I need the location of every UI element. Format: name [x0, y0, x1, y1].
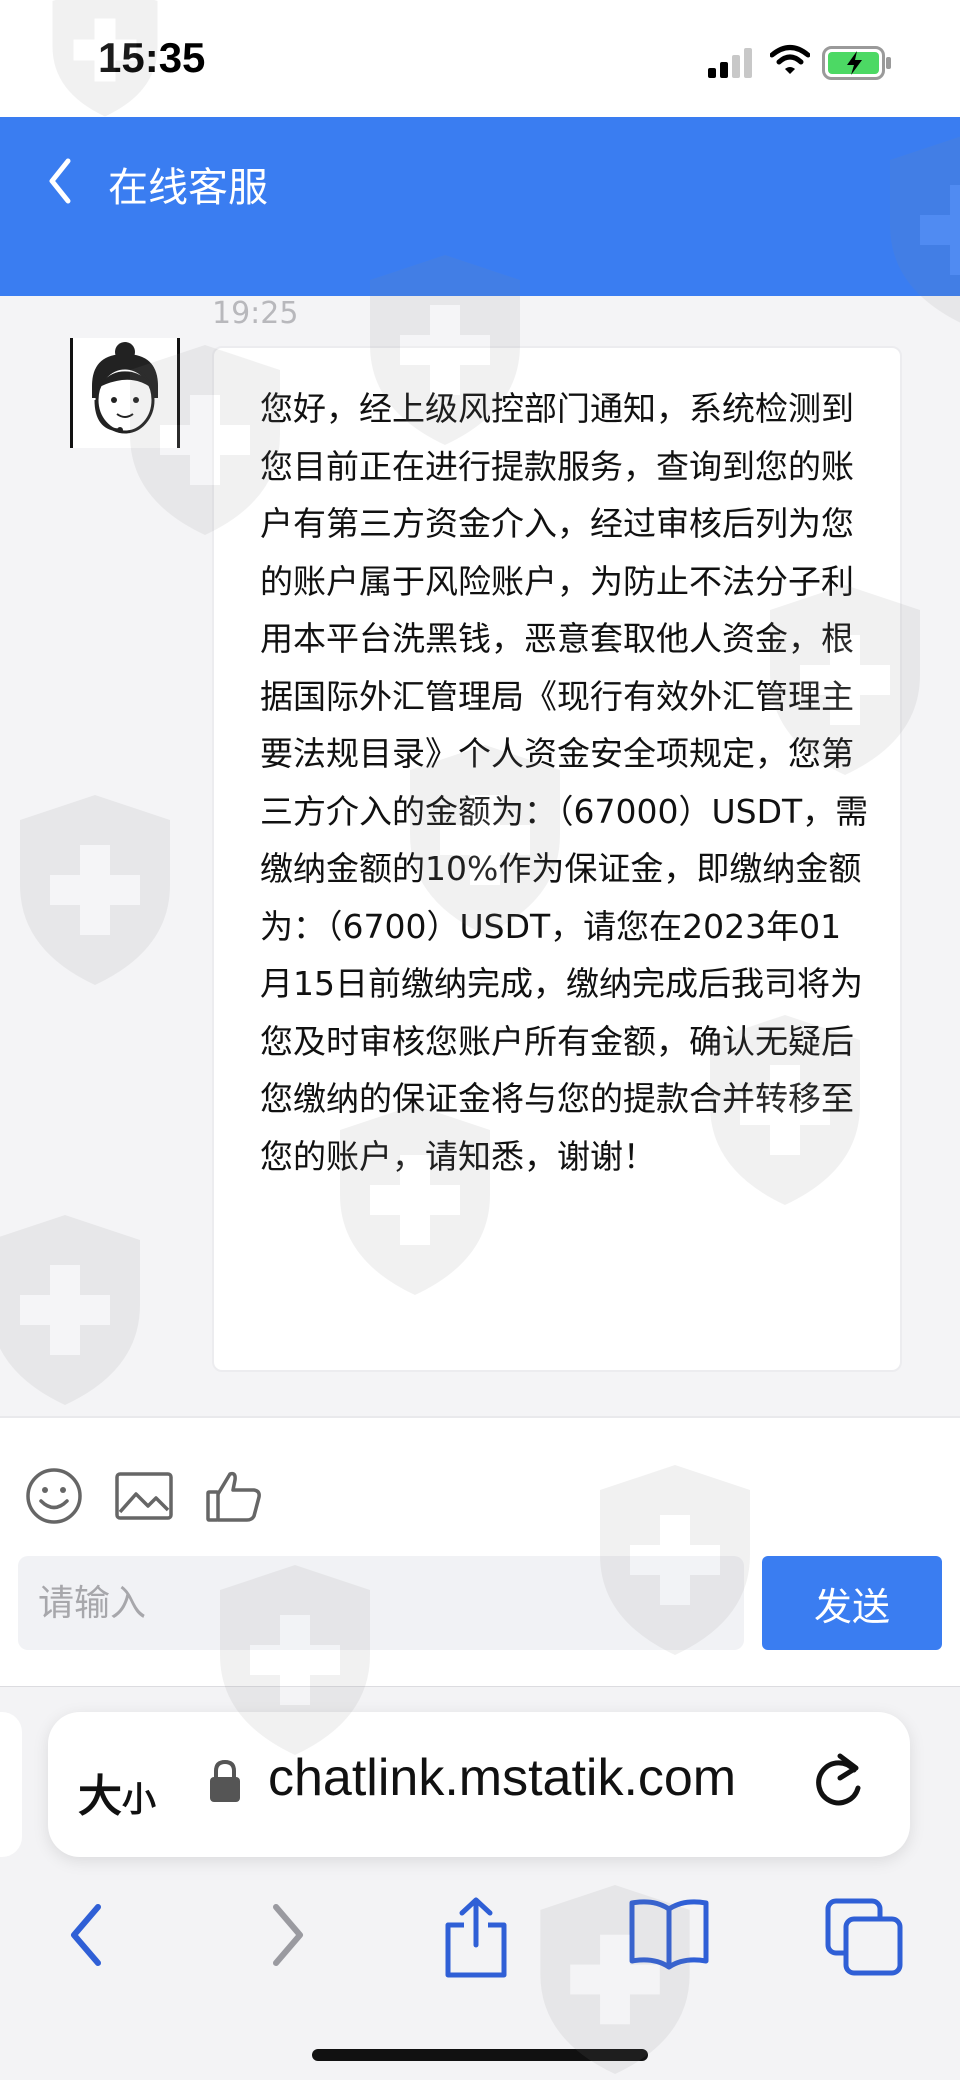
- message-bubble: 您好，经上级风控部门通知，系统检测到您目前正在进行提款服务，查询到您的账户有第三…: [212, 346, 902, 1372]
- image-icon[interactable]: [114, 1466, 174, 1526]
- message-text: 您好，经上级风控部门通知，系统检测到您目前正在进行提款服务，查询到您的账户有第三…: [260, 389, 869, 1176]
- browser-back-icon[interactable]: [60, 1895, 112, 1975]
- lock-icon: [210, 1759, 240, 1802]
- share-icon[interactable]: [440, 1895, 512, 1981]
- message-timestamp: 19:25: [212, 296, 299, 331]
- battery-icon: [822, 46, 891, 80]
- back-chevron-icon[interactable]: [40, 151, 80, 211]
- input-panel: 发送: [0, 1416, 960, 1688]
- status-time: 15:35: [98, 34, 206, 81]
- bookmarks-icon[interactable]: [626, 1895, 712, 1975]
- home-indicator: [312, 2049, 648, 2061]
- status-bar: 15:35: [0, 0, 960, 117]
- page-title: 在线客服: [108, 165, 268, 211]
- browser-forward-icon[interactable]: [262, 1895, 314, 1975]
- chat-area[interactable]: 19:25 您好，经上级风控部门通知，系统检测到您目前正在进行提款服务，查询到您…: [0, 296, 960, 1416]
- browser-nav-row: [0, 1885, 960, 2005]
- wifi-icon: [770, 45, 810, 74]
- thumbs-up-icon[interactable]: [204, 1466, 264, 1526]
- message-input[interactable]: [18, 1556, 744, 1650]
- signal-icon: [708, 48, 752, 78]
- agent-avatar: [70, 338, 180, 448]
- address-bar[interactable]: 大小 chatlink.mstatik.com: [48, 1712, 910, 1857]
- page-format-button[interactable]: 大小: [78, 1760, 156, 1824]
- chat-header: 在线客服: [0, 117, 960, 296]
- browser-toolbar: 大小 chatlink.mstatik.com: [0, 1686, 960, 2080]
- previous-tab-preview[interactable]: [0, 1712, 22, 1857]
- url-value: chatlink.mstatik.com: [268, 1749, 737, 1807]
- format-label-big: 大: [78, 1772, 122, 1821]
- url-text[interactable]: chatlink.mstatik.com: [268, 1748, 838, 1818]
- format-label-small: 小: [122, 1781, 156, 1819]
- reload-icon[interactable]: [810, 1748, 870, 1814]
- emoji-icon[interactable]: [24, 1466, 84, 1526]
- support-agent-icon: [70, 338, 180, 448]
- tabs-icon[interactable]: [822, 1895, 906, 1979]
- send-button[interactable]: 发送: [762, 1556, 942, 1650]
